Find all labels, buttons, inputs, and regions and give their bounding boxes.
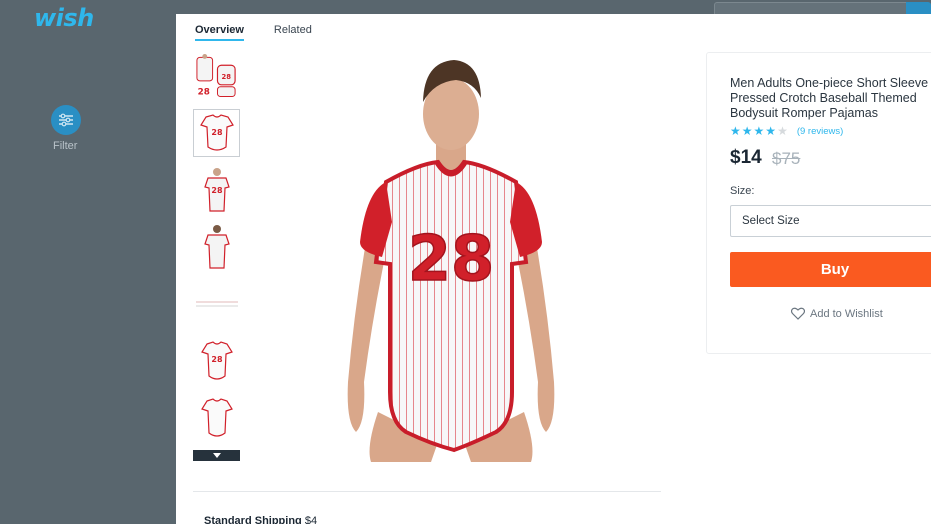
- thumbnail-flat-front[interactable]: 28: [193, 109, 240, 157]
- product-title: Men Adults One-piece Short Sleeve Presse…: [730, 76, 929, 120]
- star-icon: ★: [741, 124, 753, 138]
- thumbnail-flat-front-2[interactable]: 28: [193, 337, 240, 385]
- current-price: $14: [730, 147, 762, 168]
- caret-down-icon: [212, 453, 221, 458]
- heart-icon: [791, 307, 805, 320]
- purchase-panel: Men Adults One-piece Short Sleeve Presse…: [706, 52, 931, 354]
- tab-overview[interactable]: Overview: [195, 24, 244, 41]
- thumbnail-scroll-down-button[interactable]: [193, 450, 240, 461]
- size-select[interactable]: Select Size: [730, 205, 931, 237]
- thumbnail-number: 28: [222, 73, 232, 81]
- size-label: Size:: [730, 185, 755, 197]
- thumbnail-front-and-back-views[interactable]: 28 28: [193, 52, 240, 100]
- filter-label: Filter: [53, 140, 78, 152]
- add-to-wishlist-button[interactable]: Add to Wishlist: [791, 307, 883, 320]
- reviews-link[interactable]: (9 reviews): [797, 126, 843, 137]
- shipping-price: $4: [304, 515, 318, 524]
- thumbnail-number: 28: [198, 88, 210, 98]
- buy-button[interactable]: Buy: [730, 252, 931, 287]
- divider: [193, 491, 661, 492]
- shipping-info: Standard Shipping $4: [204, 515, 317, 524]
- thumbnail-number: 28: [211, 186, 223, 195]
- thumbnail-model-back[interactable]: [193, 223, 240, 271]
- tab-bar: Overview Related: [195, 24, 312, 41]
- star-icon: ★: [765, 124, 777, 138]
- wishlist-label: Add to Wishlist: [810, 307, 883, 320]
- tab-related[interactable]: Related: [274, 24, 312, 41]
- thumbnail-number: 28: [211, 128, 223, 137]
- original-price: $75: [772, 149, 801, 168]
- thumbnail-strip: 28 28 28 28 28: [193, 52, 240, 461]
- thumbnail-size-chart[interactable]: [193, 280, 240, 328]
- shipping-label: Standard Shipping: [204, 515, 302, 524]
- jersey-number: 28: [408, 222, 494, 295]
- star-empty-icon: ★: [777, 124, 788, 138]
- thumbnail-number: 28: [211, 355, 223, 364]
- star-icon: ★: [730, 124, 741, 138]
- filter-icon: [59, 113, 73, 127]
- main-product-image[interactable]: 28: [326, 52, 576, 462]
- wish-logo[interactable]: wish: [34, 4, 94, 32]
- star-icon: ★: [753, 124, 765, 138]
- filter-button[interactable]: [51, 105, 81, 135]
- product-rating: ★ ★ ★ ★ ★ (9 reviews): [730, 125, 843, 137]
- thumbnail-model-front[interactable]: 28: [193, 166, 240, 214]
- product-modal: Overview Related 28 28 28 28 28 28 Stand…: [176, 14, 931, 524]
- thumbnail-flat-back[interactable]: [193, 394, 240, 442]
